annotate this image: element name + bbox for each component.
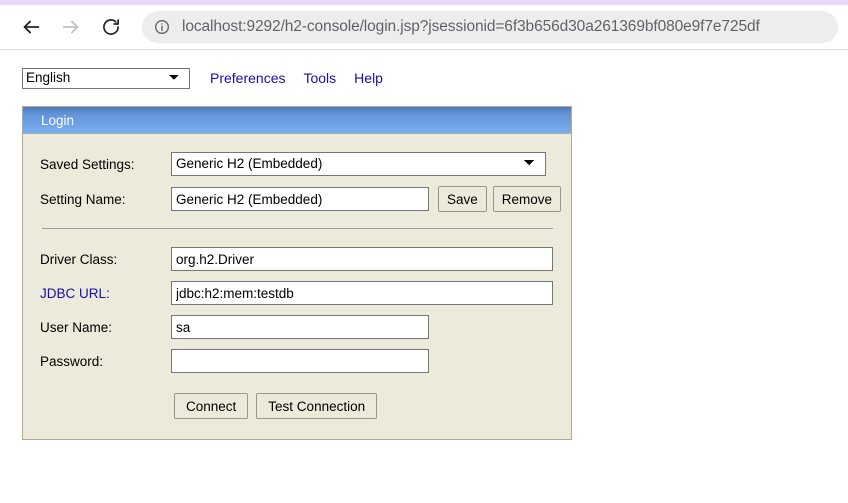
jdbc-url-row: JDBC URL: bbox=[23, 281, 571, 305]
address-bar[interactable]: localhost:9292/h2-console/login.jsp?jses… bbox=[142, 11, 838, 43]
user-name-label: User Name: bbox=[40, 319, 113, 335]
password-label: Password: bbox=[40, 353, 104, 369]
nav-link-tools[interactable]: Tools bbox=[303, 70, 336, 86]
page-toolbar: English Preferences Tools Help bbox=[22, 66, 848, 90]
login-form: Saved Settings: Generic H2 (Embedded) Se… bbox=[23, 134, 571, 439]
forward-button bbox=[54, 10, 88, 44]
section-divider bbox=[42, 228, 553, 229]
browser-chrome: localhost:9292/h2-console/login.jsp?jses… bbox=[0, 0, 848, 50]
back-button[interactable] bbox=[14, 10, 48, 44]
reload-icon bbox=[101, 17, 121, 37]
language-select[interactable]: English bbox=[22, 67, 190, 89]
action-buttons: Connect Test Connection bbox=[23, 393, 571, 439]
browser-toolbar: localhost:9292/h2-console/login.jsp?jses… bbox=[0, 5, 848, 50]
nav-link-preferences[interactable]: Preferences bbox=[210, 70, 285, 86]
login-panel-title: Login bbox=[23, 107, 571, 134]
address-bar-url: localhost:9292/h2-console/login.jsp?jses… bbox=[182, 18, 760, 35]
nav-link-help[interactable]: Help bbox=[354, 70, 383, 86]
password-row: Password: bbox=[23, 349, 571, 373]
arrow-right-icon bbox=[60, 16, 82, 38]
reload-button[interactable] bbox=[94, 10, 128, 44]
setting-name-row: Setting Name: Save Remove bbox=[23, 186, 571, 212]
saved-settings-label: Saved Settings: bbox=[40, 156, 135, 172]
remove-button[interactable]: Remove bbox=[492, 186, 562, 212]
jdbc-url-input[interactable] bbox=[171, 281, 553, 305]
jdbc-url-label[interactable]: JDBC URL: bbox=[40, 286, 171, 301]
saved-settings-row: Saved Settings: Generic H2 (Embedded) bbox=[23, 152, 571, 176]
driver-class-input[interactable] bbox=[171, 247, 553, 271]
password-input[interactable] bbox=[171, 349, 429, 373]
saved-settings-select[interactable]: Generic H2 (Embedded) bbox=[171, 152, 546, 176]
arrow-left-icon bbox=[20, 16, 42, 38]
user-name-input[interactable] bbox=[171, 315, 429, 339]
login-panel: Login Saved Settings: Generic H2 (Embedd… bbox=[22, 106, 572, 440]
setting-name-input[interactable] bbox=[171, 187, 429, 211]
save-button[interactable]: Save bbox=[438, 186, 487, 212]
driver-class-row: Driver Class: bbox=[23, 247, 571, 271]
info-circle-icon[interactable] bbox=[152, 17, 172, 37]
user-name-row: User Name: bbox=[23, 315, 571, 339]
connect-button[interactable]: Connect bbox=[174, 393, 249, 419]
test-connection-button[interactable]: Test Connection bbox=[256, 393, 378, 419]
page-content: English Preferences Tools Help Login Sav… bbox=[0, 50, 848, 503]
driver-class-label: Driver Class: bbox=[40, 251, 118, 267]
setting-name-label: Setting Name: bbox=[40, 191, 126, 207]
